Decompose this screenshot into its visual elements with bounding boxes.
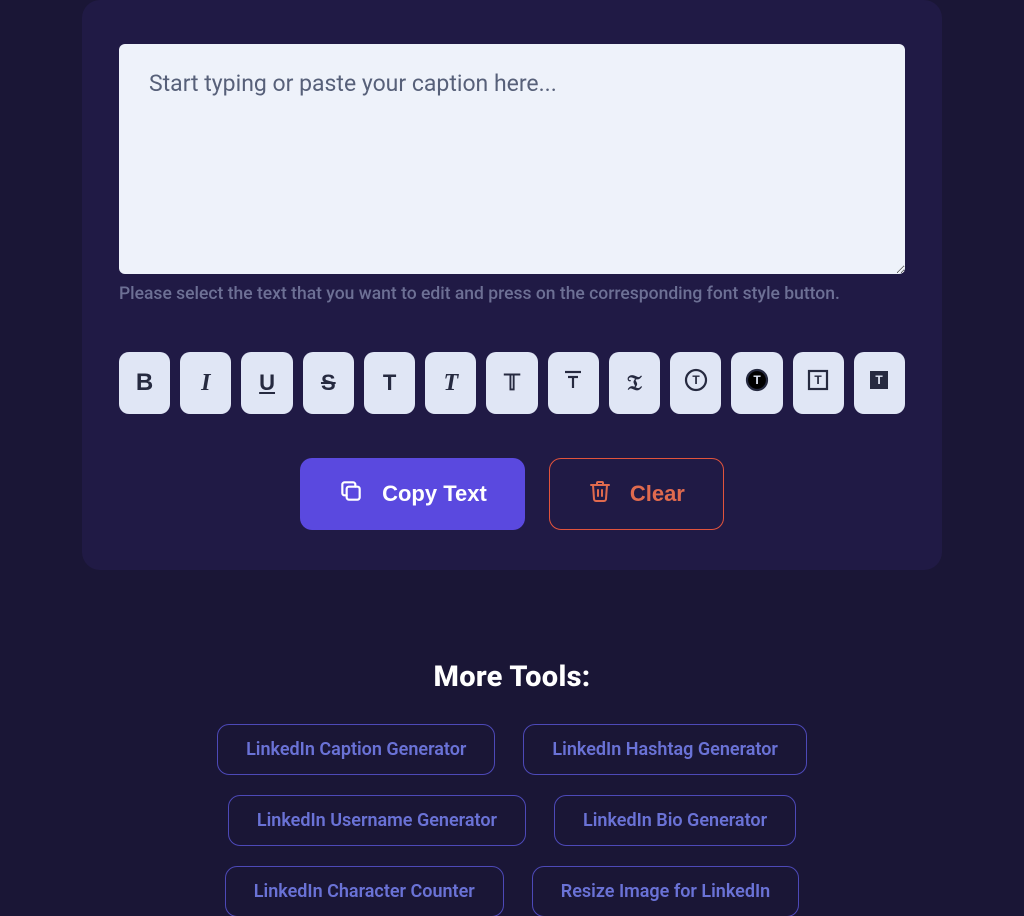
format-toolbar: B I U S T T 𝕋 [119, 352, 905, 414]
svg-text:T: T [753, 373, 761, 387]
monospace-style-button[interactable] [548, 352, 599, 414]
underline-button[interactable]: U [241, 352, 292, 414]
more-tools-section: More Tools: LinkedIn Caption Generator L… [82, 660, 942, 916]
script-style-button[interactable]: T [425, 352, 476, 414]
circled-style-button[interactable]: T [670, 352, 721, 414]
doublestruck-style-button[interactable]: 𝕋 [486, 352, 537, 414]
copy-text-button[interactable]: Copy Text [300, 458, 525, 530]
tool-link[interactable]: LinkedIn Caption Generator [217, 724, 495, 775]
circled-icon: T [684, 368, 708, 398]
fraktur-icon: 𝔗 [627, 370, 642, 396]
filled-circle-icon: T [745, 368, 769, 398]
squared-icon: T [806, 368, 830, 398]
tool-link[interactable]: LinkedIn Bio Generator [554, 795, 796, 846]
svg-text:T: T [815, 373, 823, 387]
fraktur-style-button[interactable]: 𝔗 [609, 352, 660, 414]
sans-icon: T [383, 370, 396, 396]
sans-style-button[interactable]: T [364, 352, 415, 414]
strikethrough-icon: S [321, 370, 336, 396]
tool-link[interactable]: LinkedIn Username Generator [228, 795, 526, 846]
tool-links: LinkedIn Caption Generator LinkedIn Hash… [82, 724, 942, 916]
trash-icon [588, 479, 612, 509]
monospace-icon [561, 368, 585, 398]
tool-link[interactable]: Resize Image for LinkedIn [532, 866, 799, 916]
bold-icon: B [136, 369, 153, 397]
hint-text: Please select the text that you want to … [119, 284, 905, 304]
bold-button[interactable]: B [119, 352, 170, 414]
italic-button[interactable]: I [180, 352, 231, 414]
clear-label: Clear [630, 481, 685, 507]
italic-icon: I [201, 370, 210, 397]
clear-button[interactable]: Clear [549, 458, 724, 530]
filled-square-style-button[interactable]: T [854, 352, 905, 414]
script-icon: T [443, 370, 458, 397]
copy-label: Copy Text [382, 481, 487, 507]
more-tools-heading: More Tools: [82, 660, 942, 694]
strikethrough-button[interactable]: S [303, 352, 354, 414]
copy-icon [338, 478, 364, 510]
underline-icon: U [259, 370, 275, 396]
svg-text:T: T [692, 373, 700, 387]
svg-text:T: T [876, 373, 884, 387]
squared-style-button[interactable]: T [793, 352, 844, 414]
filled-circle-style-button[interactable]: T [731, 352, 782, 414]
editor-panel: Please select the text that you want to … [82, 0, 942, 570]
tool-link[interactable]: LinkedIn Hashtag Generator [523, 724, 806, 775]
caption-input[interactable] [119, 44, 905, 274]
filled-square-icon: T [867, 368, 891, 398]
doublestruck-icon: 𝕋 [504, 370, 520, 396]
action-row: Copy Text Clear [119, 458, 905, 530]
tool-link[interactable]: LinkedIn Character Counter [225, 866, 504, 916]
